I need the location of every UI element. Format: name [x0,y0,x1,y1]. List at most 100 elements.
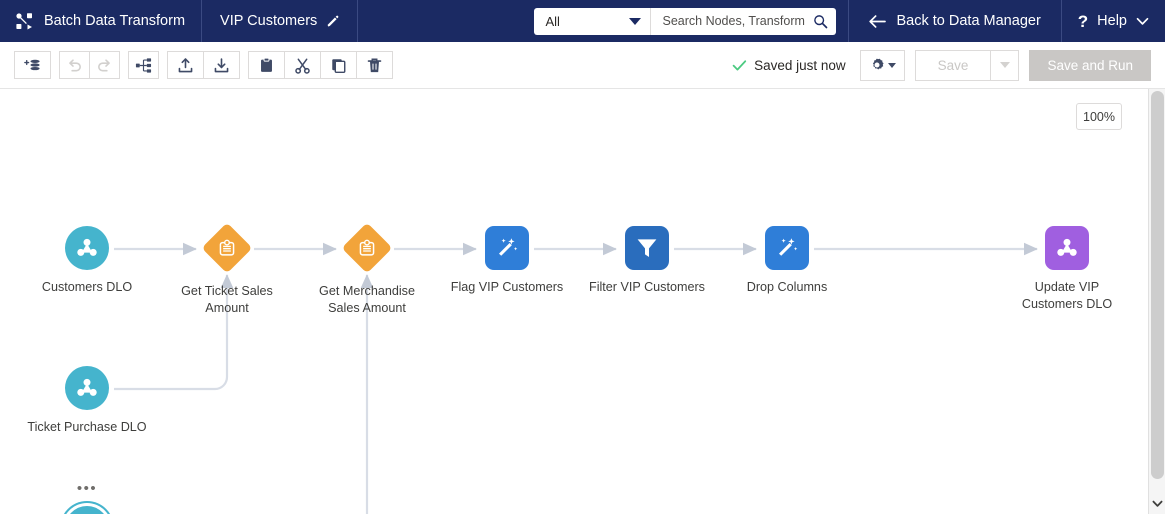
editor-toolbar: Saved just now Save Save and Run [0,42,1165,89]
delete-button[interactable] [356,51,393,79]
magic-wand-icon [779,238,798,256]
node-merchandise-purchase-dlo[interactable]: ••• Merchandise Purchase DLO [17,481,157,514]
check-icon [732,59,747,72]
node-drop-columns[interactable]: Drop Columns [717,226,857,296]
paste-button[interactable] [248,51,285,79]
node-filter-vip-customers[interactable]: Filter VIP Customers [577,226,717,296]
save-split-button: Save [914,49,1020,81]
save-button[interactable]: Save [914,49,992,81]
save-status-label: Saved just now [754,57,846,73]
settings-menu-button[interactable] [859,49,905,81]
rounded-square-shape [625,226,669,270]
search-input[interactable] [660,13,807,29]
toolbar-right-group: Saved just now Save Save and Run [732,49,1151,81]
undo-button[interactable] [59,51,90,79]
node-shape [765,226,809,270]
copy-button[interactable] [320,51,357,79]
search-bar: All [533,7,836,35]
back-to-data-manager-button[interactable]: Back to Data Manager [847,0,1061,42]
add-database-icon [24,59,40,70]
app-header: Batch Data Transform VIP Customers All S… [0,0,1165,42]
auto-layout-button[interactable] [128,51,159,79]
question-mark-icon: ? [1077,11,1089,31]
app-name: Batch Data Transform [44,13,186,29]
header-spacer [358,0,533,42]
node-shape [341,222,393,274]
search-icon[interactable] [813,14,828,29]
help-menu-button[interactable]: ? Help [1060,0,1165,42]
scrollbar-thumb[interactable] [1151,91,1164,479]
node-customers-dlo[interactable]: Customers DLO [17,226,157,296]
arrow-left-icon [868,14,886,29]
chevron-down-icon [1136,17,1149,26]
data-lake-object-icon [1057,238,1077,256]
funnel-icon [637,239,657,257]
circle-shape [65,226,109,270]
diamond-shape [341,222,393,274]
node-get-merchandise-sales-amount[interactable]: Get Merchandise Sales Amount [297,222,437,317]
node-shape [1045,226,1089,270]
node-shape [485,226,529,270]
node-label: Flag VIP Customers [450,280,564,294]
zoom-level-label: 100% [1083,109,1115,124]
trash-icon [367,58,382,72]
node-label: Get Ticket Sales Amount [181,284,273,315]
toolbar-group-io [167,51,240,79]
zoom-level-control[interactable]: 100% [1076,103,1122,130]
pipeline-canvas[interactable]: Customers DLO Get Ticket Sales Amount Ge… [0,89,1148,514]
add-input-data-button[interactable] [14,51,51,79]
scissors-icon [295,58,310,74]
download-icon [214,57,229,72]
save-options-button[interactable] [991,49,1020,81]
node-label: Filter VIP Customers [589,280,705,294]
chevron-down-icon [628,17,641,25]
import-button[interactable] [167,51,204,79]
save-status: Saved just now [732,58,846,73]
save-and-run-button[interactable]: Save and Run [1029,49,1151,81]
node-shape [65,506,109,514]
app-identity: Batch Data Transform [0,0,203,42]
node-label: Drop Columns [746,280,828,294]
canvas-vertical-scrollbar[interactable] [1148,89,1165,514]
caret-down-icon [887,62,896,68]
pipeline-canvas-area: Customers DLO Get Ticket Sales Amount Ge… [0,89,1165,514]
cut-button[interactable] [284,51,321,79]
gear-icon [872,58,884,70]
node-shape [65,226,109,270]
aggregate-icon [359,238,375,255]
redo-button[interactable] [89,51,120,79]
node-flag-vip-customers[interactable]: Flag VIP Customers [437,226,577,296]
overflow-menu-icon[interactable]: ••• [77,481,97,496]
redo-arrow-icon [98,58,110,71]
toolbar-group-data [14,51,51,79]
document-title-group[interactable]: VIP Customers [202,0,359,42]
magic-wand-icon [499,238,518,256]
back-button-label: Back to Data Manager [896,13,1041,29]
toolbar-group-layout [128,51,159,79]
search-scope-select[interactable]: All [534,7,651,35]
circle-shape [65,506,109,514]
node-label: Update VIP Customers DLO [1021,280,1113,311]
rounded-square-shape [765,226,809,270]
rounded-square-shape [1045,226,1089,270]
node-get-ticket-sales-amount[interactable]: Get Ticket Sales Amount [157,222,297,317]
search-field[interactable] [651,8,836,35]
circle-shape [65,366,109,410]
diamond-shape [201,222,253,274]
node-update-vip-customers-dlo[interactable]: Update VIP Customers DLO [997,226,1137,313]
copy-icon [332,58,346,73]
aggregate-icon [219,238,235,255]
search-scope-value: All [545,13,560,29]
pencil-icon[interactable] [326,15,339,28]
scroll-down-button[interactable] [1149,494,1165,514]
help-label: Help [1097,13,1127,29]
node-ticket-purchase-dlo[interactable]: Ticket Purchase DLO [17,366,157,436]
export-button[interactable] [203,51,240,79]
undo-arrow-icon [69,58,81,71]
transform-nodes-icon [14,11,34,31]
node-label: Ticket Purchase DLO [27,420,147,434]
node-shape [65,366,109,410]
hierarchy-tree-icon [135,57,152,73]
upload-icon [178,57,193,72]
data-lake-object-icon [77,378,97,396]
